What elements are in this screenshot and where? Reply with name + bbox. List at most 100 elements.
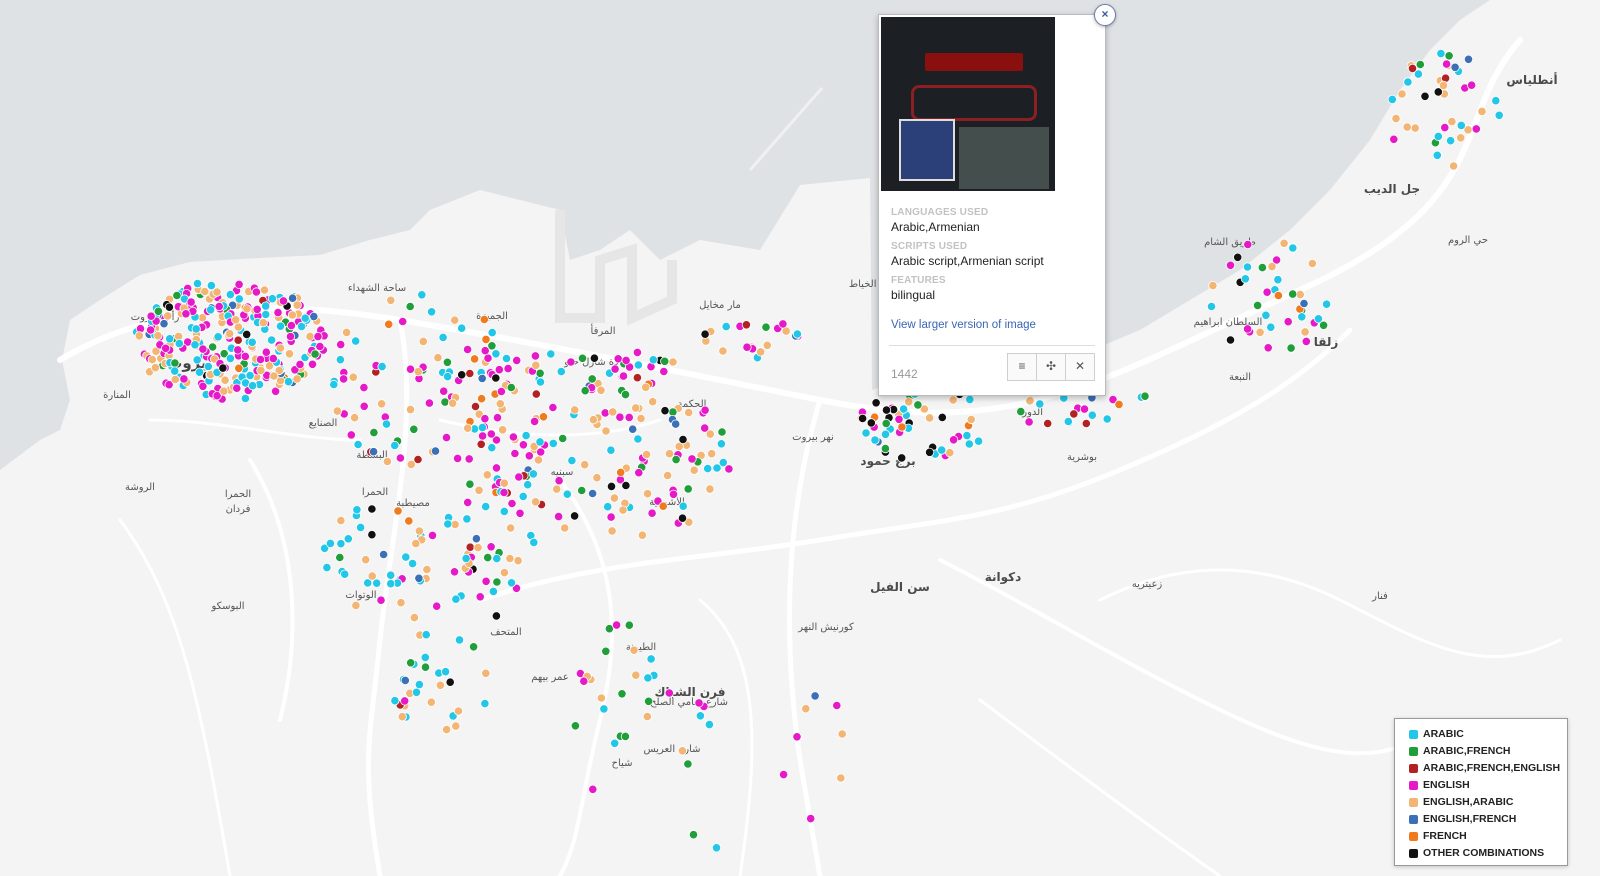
map-point[interactable] bbox=[433, 353, 443, 363]
map-point[interactable] bbox=[481, 334, 491, 344]
map-point[interactable] bbox=[647, 508, 657, 518]
map-point[interactable] bbox=[518, 491, 528, 501]
map-point[interactable] bbox=[376, 399, 387, 409]
map-point[interactable] bbox=[881, 405, 892, 415]
map-point[interactable] bbox=[711, 843, 722, 853]
map-point[interactable] bbox=[1208, 280, 1218, 291]
map-point[interactable] bbox=[174, 338, 184, 349]
map-point[interactable] bbox=[283, 377, 293, 387]
close-icon[interactable]: ✕ bbox=[1065, 353, 1095, 381]
map-point[interactable] bbox=[1313, 314, 1324, 324]
map-point[interactable] bbox=[1243, 324, 1253, 334]
map-point[interactable] bbox=[481, 501, 491, 512]
map-point[interactable] bbox=[560, 523, 570, 533]
map-point[interactable] bbox=[523, 480, 533, 490]
map-point[interactable] bbox=[499, 487, 509, 498]
map-point[interactable] bbox=[570, 405, 580, 415]
map-point[interactable] bbox=[248, 381, 258, 391]
map-point[interactable] bbox=[1242, 262, 1253, 272]
map-point[interactable] bbox=[567, 455, 577, 466]
map-point[interactable] bbox=[600, 408, 610, 418]
map-point[interactable] bbox=[1243, 239, 1253, 250]
map-point[interactable] bbox=[351, 600, 361, 611]
map-point[interactable] bbox=[1273, 275, 1283, 285]
map-point[interactable] bbox=[615, 412, 625, 422]
map-point[interactable] bbox=[305, 331, 315, 341]
map-point[interactable] bbox=[329, 379, 339, 390]
map-point[interactable] bbox=[367, 571, 377, 581]
map-point[interactable] bbox=[632, 373, 643, 383]
map-point[interactable] bbox=[430, 446, 441, 456]
map-point[interactable] bbox=[348, 372, 358, 382]
map-point[interactable] bbox=[553, 511, 564, 522]
map-point[interactable] bbox=[325, 538, 335, 549]
map-point[interactable] bbox=[232, 383, 242, 393]
map-point[interactable] bbox=[453, 706, 464, 716]
map-point[interactable] bbox=[528, 469, 539, 479]
map-point[interactable] bbox=[606, 445, 616, 455]
map-point[interactable] bbox=[369, 427, 379, 438]
map-point[interactable] bbox=[445, 677, 455, 687]
map-point[interactable] bbox=[451, 594, 461, 604]
map-point[interactable] bbox=[170, 374, 180, 385]
map-point[interactable] bbox=[881, 418, 891, 428]
map-point[interactable] bbox=[480, 414, 490, 424]
map-point[interactable] bbox=[1206, 301, 1217, 312]
map-point[interactable] bbox=[694, 698, 704, 708]
map-point[interactable] bbox=[477, 373, 487, 383]
map-point[interactable] bbox=[718, 457, 728, 468]
map-point[interactable] bbox=[442, 357, 452, 367]
map-point[interactable] bbox=[1403, 77, 1413, 87]
map-point[interactable] bbox=[778, 319, 788, 329]
map-point[interactable] bbox=[442, 371, 453, 382]
map-point[interactable] bbox=[588, 784, 598, 794]
map-point[interactable] bbox=[1389, 134, 1399, 144]
map-point[interactable] bbox=[695, 711, 706, 721]
map-point[interactable] bbox=[464, 454, 474, 464]
map-point[interactable] bbox=[535, 377, 546, 387]
map-point[interactable] bbox=[973, 436, 984, 446]
map-point[interactable] bbox=[181, 309, 191, 319]
map-point[interactable] bbox=[1477, 106, 1487, 117]
map-point[interactable] bbox=[579, 676, 589, 686]
map-point[interactable] bbox=[861, 428, 871, 438]
map-point[interactable] bbox=[606, 481, 617, 491]
map-point[interactable] bbox=[801, 704, 811, 714]
map-point[interactable] bbox=[894, 414, 904, 424]
map-point[interactable] bbox=[233, 345, 243, 355]
map-point[interactable] bbox=[1286, 343, 1296, 353]
map-point[interactable] bbox=[418, 336, 428, 346]
map-point[interactable] bbox=[414, 679, 424, 690]
map-point[interactable] bbox=[409, 424, 419, 434]
map-point[interactable] bbox=[521, 430, 531, 441]
map-point[interactable] bbox=[659, 366, 669, 377]
map-point[interactable] bbox=[147, 354, 157, 365]
map-point[interactable] bbox=[159, 319, 169, 329]
map-point[interactable] bbox=[505, 553, 515, 564]
map-point[interactable] bbox=[218, 363, 228, 373]
map-point[interactable] bbox=[338, 374, 349, 384]
map-point[interactable] bbox=[1288, 243, 1298, 253]
map-point[interactable] bbox=[703, 463, 713, 474]
map-point[interactable] bbox=[607, 526, 617, 536]
map-point[interactable] bbox=[381, 419, 392, 429]
map-point[interactable] bbox=[937, 412, 947, 422]
map-point[interactable] bbox=[611, 620, 622, 630]
map-point[interactable] bbox=[642, 711, 652, 722]
map-point[interactable] bbox=[492, 577, 502, 587]
map-point[interactable] bbox=[352, 505, 362, 515]
map-point[interactable] bbox=[234, 363, 244, 373]
map-point[interactable] bbox=[548, 438, 558, 448]
map-point[interactable] bbox=[462, 344, 473, 355]
map-point[interactable] bbox=[457, 323, 467, 333]
map-point[interactable] bbox=[386, 579, 396, 589]
map-point[interactable] bbox=[1300, 327, 1310, 337]
map-point[interactable] bbox=[871, 398, 881, 408]
map-point[interactable] bbox=[191, 324, 201, 334]
map-point[interactable] bbox=[705, 484, 715, 494]
map-point[interactable] bbox=[1297, 312, 1307, 322]
map-point[interactable] bbox=[1410, 123, 1420, 133]
map-point[interactable] bbox=[414, 573, 424, 583]
map-point[interactable] bbox=[964, 439, 974, 449]
map-point[interactable] bbox=[213, 332, 223, 342]
